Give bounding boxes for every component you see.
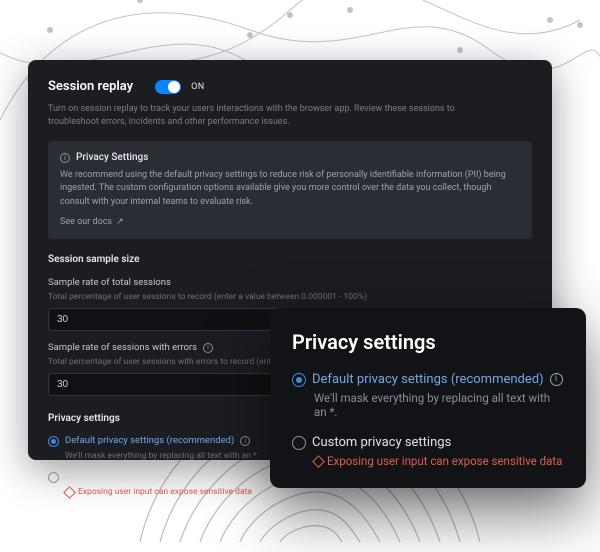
callout-title-text: Privacy Settings: [76, 151, 148, 166]
card-default-sub: We'll mask everything by replacing all t…: [314, 391, 564, 419]
external-link-icon: ↗: [116, 216, 124, 229]
session-replay-toggle[interactable]: [155, 80, 181, 94]
radio-default-label: Default privacy settings (recommended): [65, 434, 234, 448]
privacy-callout: i Privacy Settings We recommend using th…: [48, 141, 532, 239]
card-radio-default[interactable]: Default privacy settings (recommended) i: [292, 372, 564, 387]
info-icon[interactable]: i: [550, 373, 563, 386]
session-replay-title: Session replay: [48, 78, 133, 97]
sample-size-heading: Session sample size: [48, 253, 532, 268]
info-icon: i: [60, 153, 70, 163]
radio-icon: [292, 436, 306, 450]
callout-body-text: We recommend using the default privacy s…: [60, 169, 520, 208]
info-icon[interactable]: i: [203, 343, 213, 353]
warning-icon: [63, 486, 76, 499]
card-default-label: Default privacy settings (recommended): [312, 372, 544, 387]
card-title: Privacy settings: [292, 330, 564, 354]
session-replay-description: Turn on session replay to track your use…: [48, 103, 478, 129]
see-docs-label: See our docs: [60, 216, 112, 229]
total-sessions-help: Total percentage of user sessions to rec…: [48, 291, 532, 303]
total-sessions-label: Sample rate of total sessions: [48, 276, 532, 290]
card-warning-text: Exposing user input can expose sensitive…: [327, 454, 562, 468]
toggle-state-label: ON: [191, 81, 205, 94]
card-warning: Exposing user input can expose sensitive…: [314, 454, 564, 468]
info-icon[interactable]: i: [240, 436, 250, 446]
privacy-settings-card: Privacy settings Default privacy setting…: [270, 308, 586, 488]
warning-text: Exposing user input can expose sensitive…: [78, 486, 252, 498]
radio-icon: [48, 472, 59, 483]
card-radio-custom[interactable]: Custom privacy settings: [292, 435, 564, 450]
warning-icon: [312, 455, 325, 468]
radio-icon: [292, 373, 306, 387]
radio-icon: [48, 436, 59, 447]
see-docs-link[interactable]: See our docs ↗: [60, 216, 124, 229]
error-sessions-label: Sample rate of sessions with errors: [48, 341, 197, 355]
radio-custom-label: Custom privacy settings: [65, 470, 167, 484]
card-custom-label: Custom privacy settings: [312, 435, 451, 450]
